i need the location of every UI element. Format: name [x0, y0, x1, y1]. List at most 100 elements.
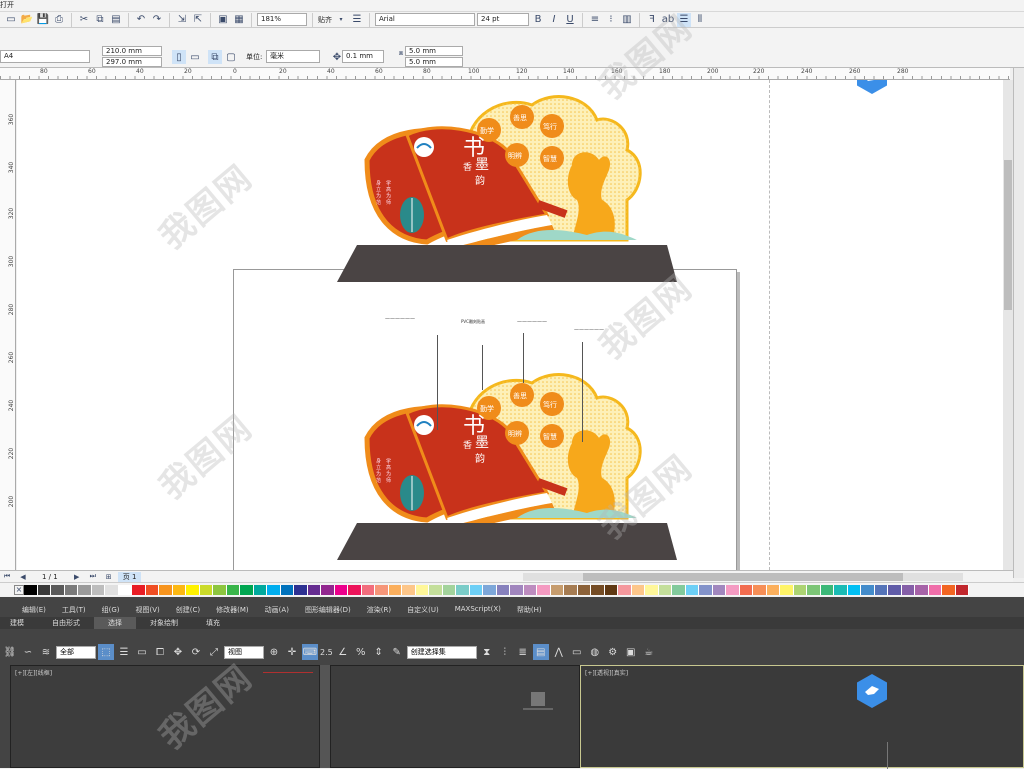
launcher-icon[interactable]: ▦ — [232, 13, 246, 27]
file-menu-label[interactable]: 打开 — [0, 0, 14, 10]
render-setup-icon[interactable]: ⚙ — [605, 644, 621, 660]
ribbon-tab-object-paint[interactable]: 对象绘制 — [136, 617, 192, 629]
color-swatch[interactable] — [820, 584, 834, 595]
color-swatch[interactable] — [334, 584, 348, 595]
selection-filter-select[interactable]: 全部 — [56, 645, 96, 659]
color-swatch[interactable] — [793, 584, 807, 595]
all-pages-icon[interactable]: ⧉ — [208, 50, 222, 64]
color-swatch[interactable] — [753, 584, 767, 595]
zoom-select[interactable]: 181% — [257, 13, 307, 26]
color-swatch[interactable] — [591, 584, 605, 595]
color-swatch[interactable] — [253, 584, 267, 595]
named-selection-set[interactable]: 创建选择集 — [406, 645, 477, 659]
save-icon[interactable]: 💾 — [36, 13, 50, 27]
angle-snap-icon[interactable]: ∠ — [335, 644, 351, 660]
menu-help[interactable]: 帮助(H) — [517, 605, 542, 615]
page-size-select[interactable]: A4 — [0, 50, 90, 63]
color-swatch[interactable] — [267, 584, 281, 595]
menu-animation[interactable]: 动画(A) — [265, 605, 289, 615]
color-swatch[interactable] — [132, 584, 146, 595]
color-swatch[interactable] — [847, 584, 861, 595]
landscape-icon[interactable]: ▭ — [188, 50, 202, 64]
ribbon-tab-populate[interactable]: 填充 — [192, 617, 234, 629]
dup-x-field[interactable]: 5.0 mm — [405, 46, 463, 56]
color-swatch[interactable] — [388, 584, 402, 595]
ribbon-tab-modeling[interactable]: 建模 — [10, 617, 38, 629]
color-swatch[interactable] — [577, 584, 591, 595]
vertical-text-icon[interactable]: ⦀ — [693, 13, 707, 27]
color-swatch[interactable] — [618, 584, 632, 595]
undo-icon[interactable]: ↶ — [134, 13, 148, 27]
color-swatch[interactable] — [712, 584, 726, 595]
color-swatch[interactable] — [118, 584, 132, 595]
color-swatch[interactable] — [942, 584, 956, 595]
color-swatch[interactable] — [928, 584, 942, 595]
publish-icon[interactable]: ▣ — [216, 13, 230, 27]
cut-icon[interactable]: ✂ — [77, 13, 91, 27]
color-swatch[interactable] — [523, 584, 537, 595]
print-icon[interactable]: ⎙ — [52, 13, 66, 27]
snap-menu[interactable]: 贴齐 — [318, 15, 332, 25]
color-swatch[interactable] — [145, 584, 159, 595]
color-swatch[interactable] — [780, 584, 794, 595]
color-swatch[interactable] — [604, 584, 618, 595]
render-icon[interactable]: ☕ — [641, 644, 657, 660]
color-swatch[interactable] — [874, 584, 888, 595]
scale-icon[interactable]: ⤢ — [206, 644, 222, 660]
color-swatch[interactable] — [321, 584, 335, 595]
menu-modifiers[interactable]: 修改器(M) — [216, 605, 249, 615]
color-swatch[interactable] — [807, 584, 821, 595]
dup-y-field[interactable]: 5.0 mm — [405, 57, 463, 67]
text-format-icon[interactable]: ꟻ — [645, 13, 659, 27]
color-swatch[interactable] — [51, 584, 65, 595]
viewport-center[interactable] — [330, 665, 580, 768]
export-icon[interactable]: ⇱ — [191, 13, 205, 27]
vertical-ruler[interactable]: 360 340 320 300 280 260 240 220 200 — [0, 80, 16, 570]
bold-icon[interactable]: B — [531, 13, 545, 27]
color-swatch[interactable] — [537, 584, 551, 595]
horizontal-ruler[interactable]: 80 60 40 20 0 20 40 60 80 100 120 140 16… — [0, 68, 1010, 80]
underline-icon[interactable]: U — [563, 13, 577, 27]
window-crossing-icon[interactable]: ⧠ — [152, 644, 168, 660]
color-swatch[interactable] — [888, 584, 902, 595]
color-swatch[interactable] — [348, 584, 362, 595]
percent-snap-icon[interactable]: % — [353, 644, 369, 660]
menu-customize[interactable]: 自定义(U) — [407, 605, 439, 615]
material-editor-icon[interactable]: ◍ — [587, 644, 603, 660]
color-swatch[interactable] — [469, 584, 483, 595]
color-swatch[interactable] — [564, 584, 578, 595]
color-swatch[interactable] — [226, 584, 240, 595]
color-swatch[interactable] — [739, 584, 753, 595]
page-height-field[interactable]: 297.0 mm — [102, 57, 162, 67]
color-swatch[interactable] — [483, 584, 497, 595]
ribbon-tab-freeform[interactable]: 自由形式 — [38, 617, 94, 629]
mirror-icon[interactable]: ⧗ — [479, 644, 495, 660]
menu-edit[interactable]: 编辑(E) — [22, 605, 46, 615]
options-icon[interactable]: ☰ — [350, 13, 364, 27]
link-icon[interactable]: ⛓ — [2, 644, 18, 660]
viewport-label[interactable]: [+][左][线框] — [15, 668, 52, 677]
schematic-view-icon[interactable]: ▭ — [569, 644, 585, 660]
curve-editor-icon[interactable]: ⋀ — [551, 644, 567, 660]
color-swatch[interactable] — [955, 584, 969, 595]
color-swatch[interactable] — [199, 584, 213, 595]
sign-design-top[interactable]: 书 香 墨 韵 勤学 善思 笃行 明辨 智慧 身·立·为·范 学·高·为·师 — [337, 90, 697, 285]
viewport-perspective[interactable]: [+][透视][真实] — [580, 665, 1024, 769]
color-swatch[interactable] — [672, 584, 686, 595]
redo-icon[interactable]: ↷ — [150, 13, 164, 27]
snap-toggle-value[interactable]: 2.5 — [320, 648, 333, 657]
color-swatch[interactable] — [172, 584, 186, 595]
import-icon[interactable]: ⇲ — [175, 13, 189, 27]
page-width-field[interactable]: 210.0 mm — [102, 46, 162, 56]
new-icon[interactable]: ▭ — [4, 13, 18, 27]
color-swatch[interactable] — [456, 584, 470, 595]
color-swatch[interactable] — [550, 584, 564, 595]
ribbon-toggle-icon[interactable]: ▤ — [532, 644, 549, 660]
horizontal-text-icon[interactable]: ☰ — [677, 12, 691, 27]
bind-spacewarp-icon[interactable]: ≋ — [38, 644, 54, 660]
italic-icon[interactable]: I — [547, 13, 561, 27]
unit-select[interactable]: 毫米 — [266, 50, 320, 63]
portrait-icon[interactable]: ▯ — [172, 50, 186, 64]
menu-tools[interactable]: 工具(T) — [62, 605, 86, 615]
select-object-icon[interactable]: ⬚ — [98, 644, 114, 660]
